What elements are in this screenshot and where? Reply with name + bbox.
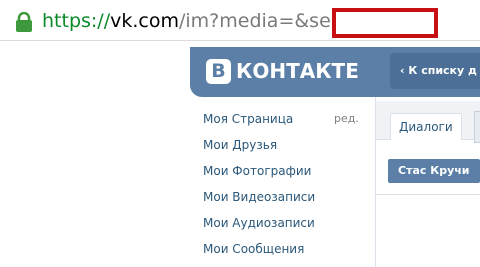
url-scheme: https:// — [42, 10, 111, 32]
page-content: В КОНТАКТЕ ‹ К списку д Моя Страница ред… — [0, 41, 480, 267]
menu-item-my-page[interactable]: Моя Страница — [203, 109, 293, 129]
menu-item-label: Мои Сообщения — [203, 242, 305, 256]
site-header: В КОНТАКТЕ ‹ К списку д — [190, 47, 480, 97]
menu-item-messages[interactable]: Мои Сообщения — [203, 239, 304, 259]
back-to-list-label: К списку д — [408, 64, 477, 77]
back-to-list-bar[interactable]: ‹ К списку д — [390, 53, 480, 89]
menu-item-friends[interactable]: Мои Друзья — [203, 135, 277, 155]
contact-button[interactable]: Стас Кручи — [388, 159, 480, 183]
address-bar[interactable]: https://vk.com/im?media=&sel= — [0, 0, 480, 41]
url-host: vk.com — [110, 10, 179, 32]
edit-link[interactable]: ред. — [334, 109, 359, 129]
tabs-bar: Диалоги — [376, 101, 480, 143]
tab-dialogs[interactable]: Диалоги — [390, 113, 462, 140]
vk-logo-icon[interactable]: В — [206, 59, 231, 84]
tab-next[interactable] — [474, 111, 480, 143]
url-path: /im?media=&sel= — [178, 10, 352, 32]
url-text[interactable]: https://vk.com/im?media=&sel= — [42, 8, 352, 34]
menu-item-label: Мои Видеозаписи — [203, 190, 316, 204]
menu-item-audio[interactable]: Мои Аудиозаписи — [203, 213, 315, 233]
site-logo-text[interactable]: КОНТАКТЕ — [236, 57, 359, 85]
menu-item-label: Мои Аудиозаписи — [203, 216, 315, 230]
lock-icon — [16, 12, 32, 32]
menu-item-videos[interactable]: Мои Видеозаписи — [203, 187, 315, 207]
menu-item-label: Мои Фотографии — [203, 164, 312, 178]
content-divider — [376, 194, 480, 195]
redaction-box — [332, 8, 438, 38]
back-to-list-link[interactable]: ‹ К списку д — [400, 62, 477, 80]
menu-item-label: Моя Страница — [203, 112, 294, 126]
menu-item-label: Мои Друзья — [203, 138, 278, 152]
menu-item-photos[interactable]: Мои Фотографии — [203, 161, 311, 181]
